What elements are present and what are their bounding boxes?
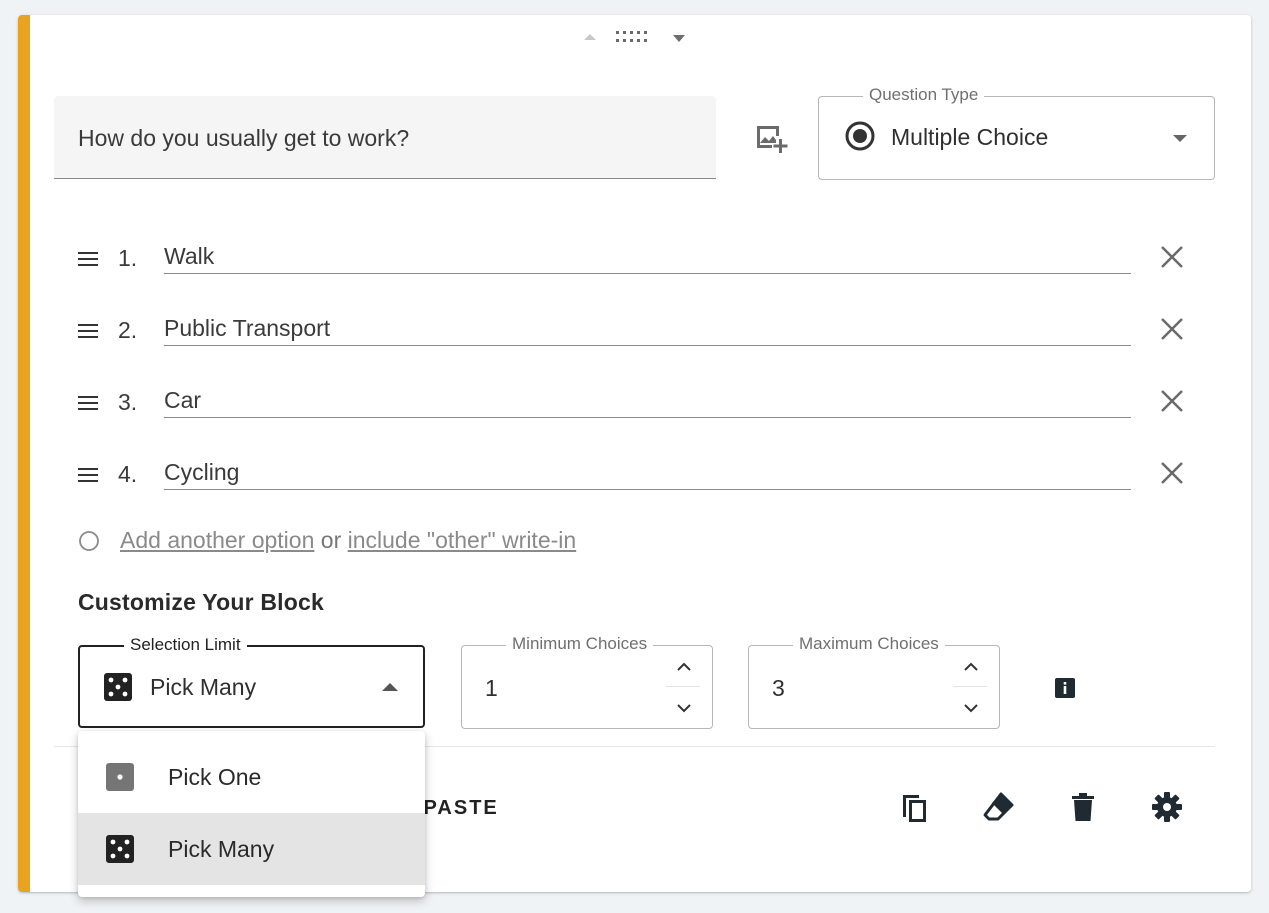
drag-lines-icon[interactable]	[78, 251, 100, 267]
add-option-or: or	[320, 527, 342, 553]
radio-selected-icon	[845, 121, 875, 151]
option-row: 3. Car	[78, 377, 1198, 427]
copy-icon[interactable]	[897, 789, 933, 825]
info-icon[interactable]	[1054, 677, 1076, 699]
selection-limit-label: Selection Limit	[124, 635, 247, 655]
chevron-down-icon[interactable]	[673, 697, 695, 719]
menu-item-label: Pick Many	[168, 836, 275, 862]
menu-item-pick-many[interactable]: Pick Many	[78, 813, 425, 885]
question-input[interactable]: How do you usually get to work?	[54, 96, 716, 179]
spinner-divider	[953, 686, 987, 687]
option-text: Cycling	[164, 459, 240, 485]
option-row: 2. Public Transport	[78, 305, 1198, 355]
option-row: 4. Cycling	[78, 449, 1198, 499]
selection-limit-menu: Pick One Pick Many	[78, 731, 425, 897]
minimum-choices-field[interactable]: Minimum Choices 1	[461, 634, 713, 729]
move-down-icon[interactable]	[673, 35, 685, 42]
chevron-down-icon[interactable]	[960, 697, 982, 719]
die-five-icon	[104, 673, 132, 701]
option-input[interactable]: Cycling	[164, 449, 1131, 490]
option-input[interactable]: Car	[164, 377, 1131, 418]
maximum-choices-label: Maximum Choices	[793, 634, 945, 654]
drag-lines-icon[interactable]	[78, 467, 100, 483]
eraser-icon[interactable]	[981, 789, 1017, 825]
drag-lines-icon[interactable]	[78, 395, 100, 411]
option-number: 1.	[118, 245, 138, 271]
chevron-up-icon[interactable]	[673, 656, 695, 678]
option-input[interactable]: Public Transport	[164, 305, 1131, 346]
move-up-icon[interactable]	[584, 34, 596, 40]
maximum-choices-value: 3	[772, 675, 785, 701]
chevron-up-icon	[382, 683, 398, 691]
option-text: Car	[164, 387, 202, 413]
close-icon[interactable]	[1159, 460, 1185, 486]
active-block-accent	[18, 15, 30, 892]
option-number: 4.	[118, 461, 138, 487]
option-text: Walk	[164, 243, 215, 269]
option-text: Public Transport	[164, 315, 331, 341]
option-number: 2.	[118, 317, 138, 343]
customize-title: Customize Your Block	[78, 589, 324, 615]
copy-paste-button-label[interactable]: /PASTE	[416, 797, 499, 820]
chevron-up-icon[interactable]	[960, 656, 982, 678]
selection-limit-select[interactable]: Selection Limit Pick Many	[78, 635, 425, 728]
spinner-divider	[666, 686, 700, 687]
include-other-link[interactable]: include "other" write-in	[348, 527, 577, 553]
option-number: 3.	[118, 389, 138, 415]
selection-limit-value: Pick Many	[150, 674, 257, 700]
option-row: 1. Walk	[78, 233, 1198, 283]
add-image-icon[interactable]	[754, 121, 788, 155]
chevron-down-icon	[1173, 135, 1187, 142]
question-type-value: Multiple Choice	[891, 124, 1049, 150]
drag-handle-icon[interactable]	[616, 31, 652, 43]
question-type-label: Question Type	[863, 85, 985, 105]
menu-item-pick-one[interactable]: Pick One	[78, 741, 425, 813]
close-icon[interactable]	[1159, 244, 1185, 270]
radio-empty-icon	[79, 531, 99, 551]
close-icon[interactable]	[1159, 388, 1185, 414]
close-icon[interactable]	[1159, 316, 1185, 342]
option-input[interactable]: Walk	[164, 233, 1131, 274]
question-type-select[interactable]: Question Type Multiple Choice	[818, 85, 1215, 180]
trash-icon[interactable]	[1065, 789, 1101, 825]
menu-item-label: Pick One	[168, 764, 262, 790]
add-another-option-link[interactable]: Add another option	[120, 527, 314, 553]
die-five-icon	[106, 835, 134, 863]
drag-lines-icon[interactable]	[78, 323, 100, 339]
minimum-choices-label: Minimum Choices	[506, 634, 654, 654]
gear-icon[interactable]	[1149, 789, 1185, 825]
question-text: How do you usually get to work?	[78, 125, 410, 151]
die-one-icon	[106, 763, 134, 791]
minimum-choices-value: 1	[485, 675, 498, 701]
maximum-choices-field[interactable]: Maximum Choices 3	[748, 634, 1000, 729]
